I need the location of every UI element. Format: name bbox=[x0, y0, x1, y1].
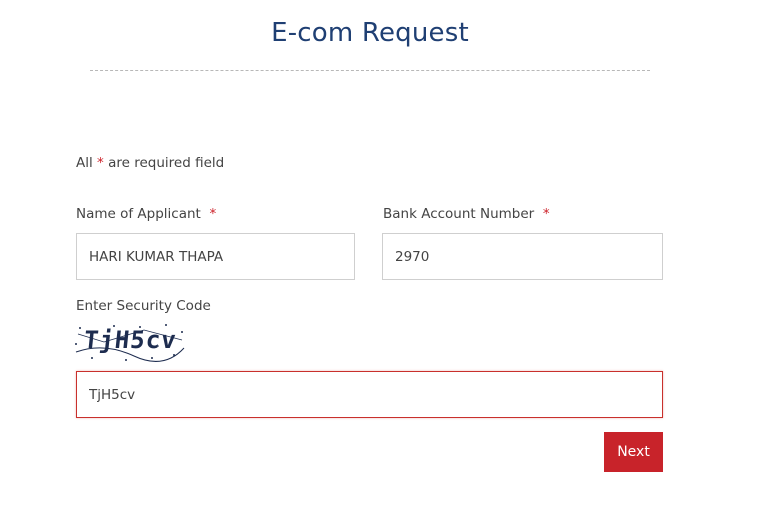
applicant-name-label-text: Name of Applicant bbox=[76, 206, 201, 222]
security-code-input[interactable] bbox=[76, 371, 663, 418]
bank-account-input[interactable] bbox=[382, 233, 663, 280]
applicant-name-label: Name of Applicant * bbox=[76, 206, 216, 222]
security-code-label: Enter Security Code bbox=[76, 298, 211, 314]
required-note-suffix: are required field bbox=[108, 155, 225, 171]
required-note-prefix: All bbox=[76, 155, 93, 171]
bank-account-required-asterisk: * bbox=[542, 206, 550, 222]
applicant-required-asterisk: * bbox=[209, 206, 217, 222]
ecom-request-page: E-com Request All * are required field N… bbox=[0, 0, 769, 513]
bank-account-label: Bank Account Number * bbox=[383, 206, 550, 222]
captcha-image: TjH5cv bbox=[74, 322, 186, 362]
bank-account-label-text: Bank Account Number bbox=[383, 206, 535, 222]
next-button[interactable]: Next bbox=[604, 432, 663, 472]
applicant-name-input[interactable] bbox=[76, 233, 355, 280]
required-asterisk: * bbox=[97, 155, 104, 171]
captcha-text: TjH5cv bbox=[82, 326, 179, 354]
required-fields-note: All * are required field bbox=[76, 155, 224, 171]
page-title: E-com Request bbox=[271, 18, 469, 48]
title-divider bbox=[90, 70, 650, 71]
